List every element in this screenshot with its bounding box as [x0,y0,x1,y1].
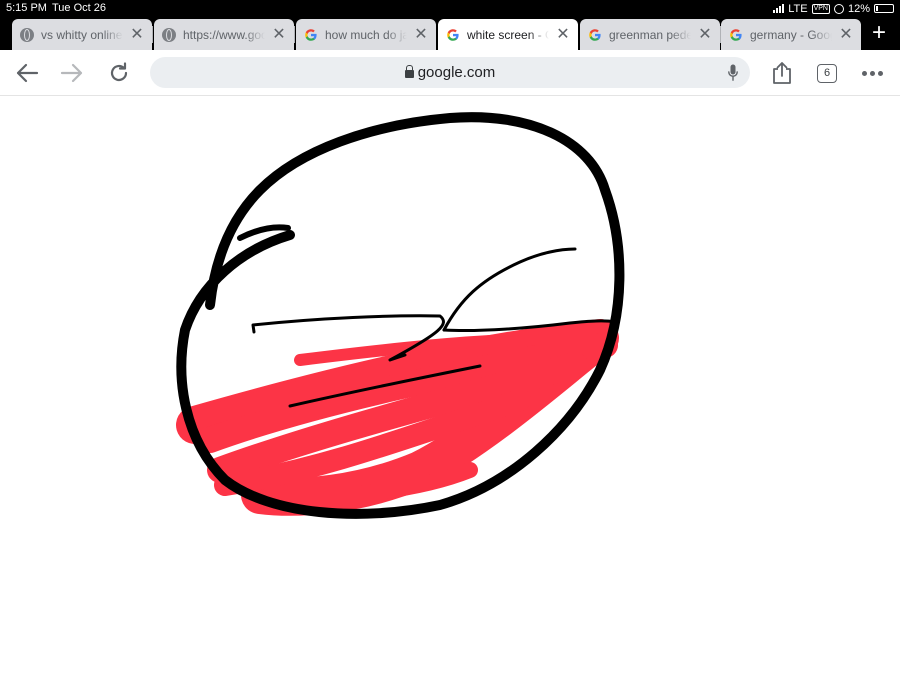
status-date: Tue Oct 26 [52,2,107,14]
address-bar[interactable]: google.com [150,57,750,88]
page-content [0,97,900,675]
tab-google-url[interactable]: https://www.google ✕ [154,19,295,50]
dot [878,71,883,76]
close-icon[interactable]: ✕ [130,26,144,42]
tab-title: https://www.google [183,27,265,42]
close-icon[interactable]: ✕ [839,26,853,42]
tab-switcher-button[interactable]: 6 [817,64,837,83]
tab-vs-whitty[interactable]: vs whitty online ✕ [12,19,153,50]
battery-percent: 12% [847,2,870,15]
tab-title: greenman pedes [609,27,691,42]
battery-fill [876,6,878,11]
back-button[interactable] [13,59,41,87]
tab-title: vs whitty online [41,27,123,42]
reload-icon [110,62,128,82]
tab-germany[interactable]: germany - Google ✕ [721,19,861,50]
hand-drawn-face-image [176,112,625,519]
battery-icon [874,4,894,13]
forward-button[interactable] [58,59,86,87]
globe-icon [162,27,176,42]
share-icon [773,62,791,84]
close-icon[interactable]: ✕ [414,26,428,42]
tab-how-much-do-java[interactable]: how much do java ✕ [296,19,436,50]
cellular-signal-icon [773,4,785,13]
vpn-badge: VPN [811,3,830,14]
arrow-left-icon [16,63,39,83]
dot [870,71,875,76]
google-g-icon [305,28,317,41]
tab-strip: vs whitty online ✕ https://www.google ✕ … [0,17,900,50]
browser-toolbar: google.com 6 [0,50,900,96]
google-g-icon [730,28,742,41]
more-menu-button[interactable] [862,71,883,76]
status-indicators: LTE VPN 12% [773,1,894,16]
share-button[interactable] [768,59,796,87]
tab-divider [152,26,153,43]
dot [862,71,867,76]
network-type: LTE [788,2,808,15]
google-g-icon [589,28,601,41]
globe-icon [20,27,34,42]
orientation-lock-icon [833,3,844,14]
red-scribble [176,319,619,516]
close-icon[interactable]: ✕ [556,26,570,42]
tab-white-screen[interactable]: white screen - Goo ✕ [438,19,578,50]
microphone-icon[interactable] [728,64,738,81]
status-time: 5:15 PM [6,2,47,14]
google-g-icon [447,28,459,41]
reload-button[interactable] [105,59,133,87]
tab-divider [294,26,295,43]
tab-title: germany - Google [750,27,832,42]
new-tab-button[interactable]: + [866,19,892,47]
arrow-right-icon [60,63,83,83]
tab-greenman-pedes[interactable]: greenman pedes ✕ [580,19,721,50]
lock-icon [404,65,414,78]
close-icon[interactable]: ✕ [272,26,286,42]
close-icon[interactable]: ✕ [698,26,712,42]
tab-title: how much do java [325,27,407,42]
status-bar: 5:15 PM Tue Oct 26 LTE VPN 12% [0,0,900,17]
tab-title: white screen - Goo [467,27,549,42]
url-text: google.com [417,64,496,81]
